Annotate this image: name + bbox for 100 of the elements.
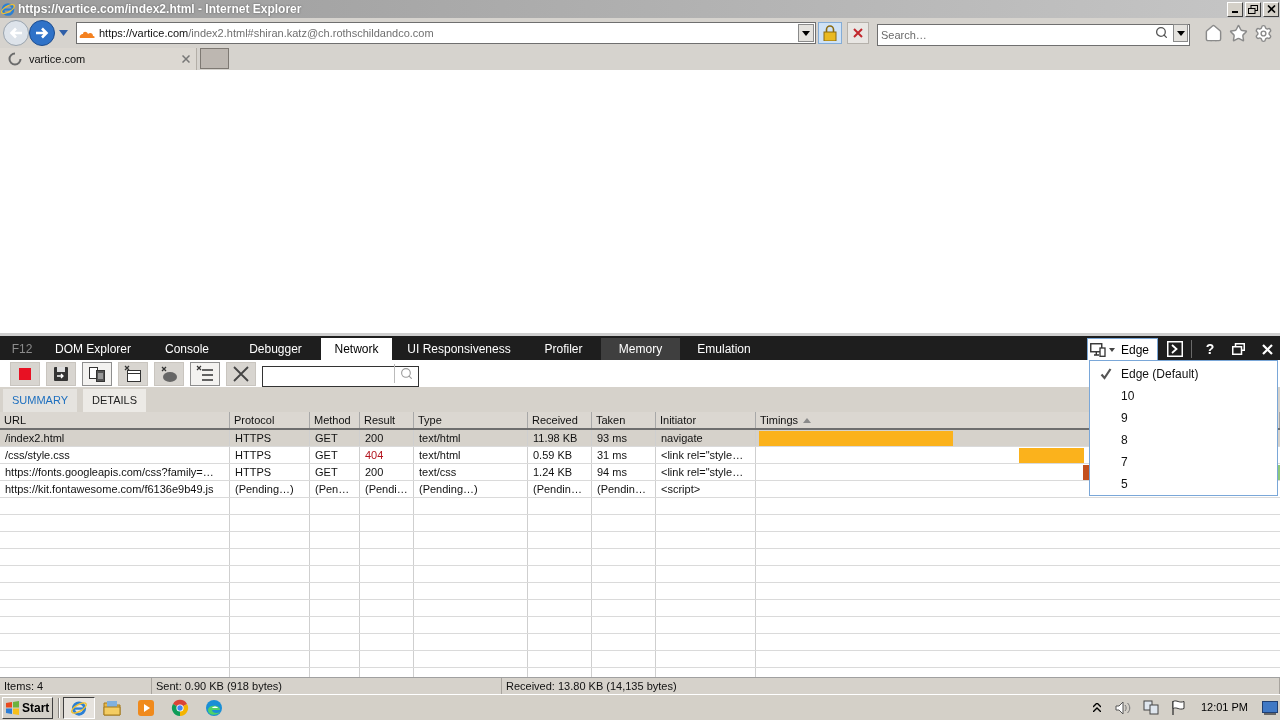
loading-spinner-icon [8,52,22,66]
status-text: Received: 13.80 KB (14,135 bytes) [506,678,677,694]
address-field[interactable]: https://vartice.com/index2.html#shiran.katz@ch.rothschildandco.com [76,22,816,44]
close-button[interactable] [1263,1,1279,17]
table-cell-text: /css/style.css [5,447,70,463]
ring-logo-icon [0,1,16,17]
pages-icon [88,364,106,383]
emulation-mode-button[interactable]: Edge [1087,338,1158,360]
toolbar-button[interactable] [82,361,112,386]
status-text: Sent: 0.90 KB (918 bytes) [156,678,282,694]
devtools-tab[interactable]: DOM Explorer [42,338,144,360]
clock-text[interactable]: 12:01 PM [1200,699,1248,716]
table-cell-text: 1.24 KB [533,464,573,480]
speaker-icon[interactable] [1114,700,1131,715]
table-cell-text: navigate [661,430,703,446]
toolbar-button[interactable] [190,361,220,386]
devtools-tab[interactable]: Console [144,338,230,360]
screen-icon[interactable] [1262,700,1278,715]
chevron-up-icon[interactable] [1092,703,1101,712]
search-icon[interactable] [1155,26,1168,39]
table-cell-text: text/html [419,447,461,463]
stop-button[interactable] [847,22,869,44]
restore-button[interactable] [1245,1,1261,17]
console-icon [1167,341,1183,357]
dropdown-button[interactable] [1173,24,1188,42]
star-icon[interactable] [1229,23,1248,43]
table-cell-text: /index2.html [5,430,65,446]
column-header[interactable]: Result [360,412,414,428]
column-header[interactable]: Type [414,412,528,428]
window-title: https://vartice.com/index2.html - Internet Explorer [18,1,302,18]
table-cell-text: <link rel="style… [661,464,744,480]
column-header[interactable]: URL [0,412,230,428]
play-icon [137,698,155,717]
devtools-tab[interactable]: Memory [601,338,680,360]
table-cell-text: (Pen… [315,481,350,497]
table-cell-text: <link rel="style… [661,447,744,463]
arrow-left-icon [9,27,23,39]
caret-down-icon[interactable] [59,30,68,36]
subtab[interactable]: DETAILS [83,389,147,412]
folder-icon [103,699,121,716]
table-cell-text: 200 [365,430,384,446]
console-button[interactable] [1164,338,1186,360]
flag-logo-icon [5,700,20,715]
screens-icon[interactable] [1142,700,1159,715]
column-header[interactable]: Received [528,412,592,428]
help-button[interactable]: ? [1200,338,1220,360]
x-icon [853,28,863,38]
start-button[interactable]: Start [2,696,53,719]
list-icon [196,364,214,383]
toolbar-button[interactable] [226,361,256,386]
timing-bar [1019,448,1084,463]
browser-tab[interactable]: vartice.com [0,48,197,70]
x-icon [232,364,250,383]
table-cell-text: 11.98 KB [533,430,578,446]
table-cell-text: HTTPS [235,447,272,463]
devtools-tab[interactable]: Debugger [230,338,321,360]
devtools-tab[interactable]: UI Responsiveness [392,338,526,360]
caret-down-icon [802,30,810,36]
check-icon [1100,368,1112,380]
subtab[interactable]: SUMMARY [3,389,78,412]
devtools-tab[interactable]: Emulation [680,338,768,360]
table-cell-text: 93 ms [597,430,627,446]
padlock-icon [823,25,837,41]
monitor-icon [1090,342,1106,357]
tab-label: vartice.com [29,51,86,67]
menu-item[interactable]: Edge (Default) [1090,363,1277,385]
menu-item[interactable]: 10 [1090,385,1277,407]
table-cell-text: 404 [365,447,384,463]
settings-icon[interactable] [1254,23,1273,43]
table-cell-text: 200 [365,464,384,480]
caret-down-icon [1176,30,1185,36]
search-field[interactable]: Search… [877,24,1190,46]
devtools-tab[interactable]: Network [321,338,392,360]
column-header[interactable]: Protocol [230,412,310,428]
home-icon[interactable] [1204,23,1223,43]
arrow-right-icon [35,27,49,39]
table-cell-text: GET [315,464,338,480]
column-header[interactable]: Initiator [656,412,756,428]
restore-icon [1248,4,1258,14]
minimize-button[interactable] [1227,1,1243,17]
forward-button[interactable] [29,20,55,46]
table-cell-text: https://kit.fontawesome.com/f6136e9b49.js [5,481,214,497]
save-icon [52,364,70,383]
column-header[interactable]: Taken [592,412,656,428]
column-header[interactable]: Method [310,412,360,428]
toolbar-button[interactable] [46,361,76,386]
dropdown-button[interactable] [798,24,814,42]
flag-icon[interactable] [1170,700,1185,715]
toolbar-button[interactable] [118,361,148,386]
devtools-tab[interactable]: Profiler [526,338,601,360]
close-icon[interactable] [182,55,190,63]
sort-arrow-icon [803,417,812,423]
table-cell-text: HTTPS [235,430,272,446]
toolbar-button[interactable] [154,361,184,386]
table-cell-text: 0.59 KB [533,447,573,463]
taskbar-app-button[interactable] [63,696,95,719]
table-cell-text: (Pending…) [419,481,478,497]
f12-label: F12 [10,341,34,358]
table-cell-text: text/css [419,464,457,480]
filter-field[interactable] [262,365,419,387]
